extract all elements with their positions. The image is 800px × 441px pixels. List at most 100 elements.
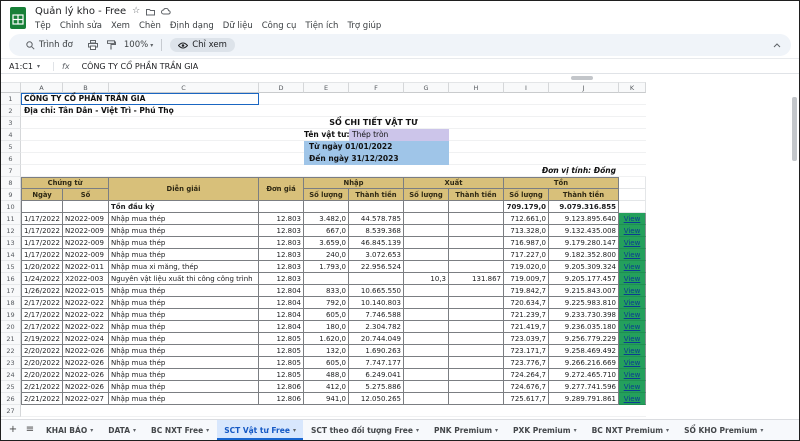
cell-date[interactable]: 2/17/2022: [21, 321, 63, 333]
cell-out-qty[interactable]: [404, 285, 449, 297]
company-name[interactable]: CÔNG TY CỔ PHẦN TRẦN GIA: [24, 93, 145, 105]
cell-unit-price[interactable]: 12.806: [259, 393, 304, 405]
tab-khai-bao[interactable]: KHAI BÁO ▾: [39, 420, 100, 440]
menus-search-button[interactable]: Trình đơ: [19, 39, 80, 51]
view-link[interactable]: View: [624, 347, 641, 355]
cell-description[interactable]: Nhập mua thép: [109, 345, 259, 357]
horizontal-scrollbar-thumb[interactable]: [571, 76, 593, 80]
cell-balance-amount[interactable]: 9.123.895.640: [549, 213, 619, 225]
cell-in-amount[interactable]: 6.249.041: [349, 369, 404, 381]
menu-extensions[interactable]: Tiện ích: [305, 21, 338, 31]
cell-doc-number[interactable]: N2022-009: [63, 213, 109, 225]
row-3-cells[interactable]: SỔ CHI TIẾT VẬT TƯ: [21, 117, 646, 129]
sheets-logo-icon[interactable]: [9, 6, 27, 30]
cell-balance-amount[interactable]: 9.258.469.492: [549, 345, 619, 357]
cell-date[interactable]: 1/17/2022: [21, 237, 63, 249]
cell-unit-price[interactable]: 12.805: [259, 369, 304, 381]
header-nhap-thanh-tien[interactable]: Thành tiền: [349, 189, 404, 201]
cell-out-amount[interactable]: [449, 225, 504, 237]
row-number[interactable]: 24: [1, 369, 21, 381]
opening-label[interactable]: Tồn đầu kỳ: [109, 201, 259, 213]
to-date-cell[interactable]: Đến ngày 31/12/2023: [304, 153, 449, 165]
header-ngay[interactable]: Ngày: [21, 189, 63, 201]
cell-in-qty[interactable]: 941,0: [304, 393, 349, 405]
opening-balance-amt[interactable]: 9.079.316.855: [549, 201, 619, 213]
cell-out-amount[interactable]: [449, 309, 504, 321]
view-link[interactable]: View: [624, 287, 641, 295]
row-number[interactable]: 17: [1, 285, 21, 297]
cell-doc-number[interactable]: N2022-026: [63, 381, 109, 393]
column-header-h[interactable]: H: [449, 82, 504, 93]
row-27-cells[interactable]: [21, 405, 646, 417]
row-number[interactable]: 15: [1, 261, 21, 273]
cell-description[interactable]: Nhập mua thép: [109, 213, 259, 225]
view-link[interactable]: View: [624, 383, 641, 391]
cell-date[interactable]: 2/20/2022: [21, 369, 63, 381]
cell-balance-amount[interactable]: 9.182.352.800: [549, 249, 619, 261]
cell-in-amount[interactable]: 10.140.803: [349, 297, 404, 309]
cell-date[interactable]: 2/17/2022: [21, 297, 63, 309]
cell-in-amount[interactable]: 8.539.368: [349, 225, 404, 237]
cell-description[interactable]: Nhập mua thép: [109, 393, 259, 405]
cell-date[interactable]: 1/17/2022: [21, 225, 63, 237]
cell-doc-number[interactable]: N2022-026: [63, 345, 109, 357]
cell-balance-qty[interactable]: 724.264,7: [504, 369, 549, 381]
cell-balance-qty[interactable]: 719.009,7: [504, 273, 549, 285]
cell-balance-amount[interactable]: 9.256.779.229: [549, 333, 619, 345]
menu-format[interactable]: Định dạng: [170, 21, 214, 31]
cell-date[interactable]: 2/21/2022: [21, 381, 63, 393]
cell-unit-price[interactable]: 12.805: [259, 345, 304, 357]
material-value-cell[interactable]: Thép tròn: [349, 129, 449, 141]
view-link[interactable]: View: [624, 251, 641, 259]
column-header-a[interactable]: A: [21, 82, 63, 93]
column-header-i[interactable]: I: [504, 82, 549, 93]
column-header-d[interactable]: D: [259, 82, 304, 93]
cell-date[interactable]: 1/24/2022: [21, 273, 63, 285]
header-don-gia[interactable]: Đơn giá: [259, 177, 304, 201]
move-folder-icon[interactable]: [146, 8, 156, 16]
cell-doc-number[interactable]: N2022-026: [63, 357, 109, 369]
select-all-corner[interactable]: [1, 82, 21, 93]
cell-description[interactable]: Nhập mua thép: [109, 225, 259, 237]
tab-bc-nxt-premium[interactable]: BC NXT Premium ▾: [585, 420, 676, 440]
header-ton-thanh-tien[interactable]: Thành tiền: [549, 189, 619, 201]
column-header-g[interactable]: G: [404, 82, 449, 93]
view-link[interactable]: View: [624, 227, 641, 235]
cell-description[interactable]: Nhập mua thép: [109, 369, 259, 381]
cell-out-amount[interactable]: [449, 285, 504, 297]
cell-balance-amount[interactable]: 9.236.035.180: [549, 321, 619, 333]
column-header-b[interactable]: B: [63, 82, 109, 93]
cell-in-qty[interactable]: [304, 273, 349, 285]
cell-out-qty[interactable]: [404, 213, 449, 225]
cell-unit-price[interactable]: 12.806: [259, 381, 304, 393]
cell-out-qty[interactable]: [404, 261, 449, 273]
cell-unit-price[interactable]: 12.803: [259, 237, 304, 249]
opening-balance-qty[interactable]: 709.179,0: [504, 201, 549, 213]
cell-unit-price[interactable]: 12.804: [259, 321, 304, 333]
row-number[interactable]: 8: [1, 177, 21, 189]
view-link[interactable]: View: [624, 275, 641, 283]
row-number[interactable]: 9: [1, 189, 21, 201]
cell-balance-amount[interactable]: 9.215.843.007: [549, 285, 619, 297]
cell-in-amount[interactable]: 12.050.265: [349, 393, 404, 405]
cell-out-qty[interactable]: [404, 333, 449, 345]
row-number[interactable]: 18: [1, 297, 21, 309]
cell-balance-qty[interactable]: 720.634,7: [504, 297, 549, 309]
column-header-c[interactable]: C: [109, 82, 259, 93]
cell-out-qty[interactable]: [404, 345, 449, 357]
from-date-cell[interactable]: Từ ngày 01/01/2022: [304, 141, 449, 153]
cell-out-qty[interactable]: [404, 237, 449, 249]
cell-description[interactable]: Nhập mua xi măng, thép: [109, 261, 259, 273]
cell-in-amt[interactable]: [349, 201, 404, 213]
row-number[interactable]: 21: [1, 333, 21, 345]
cell-doc-number[interactable]: N2022-009: [63, 225, 109, 237]
menu-insert[interactable]: Chèn: [139, 21, 161, 31]
cell-doc-number[interactable]: N2022-022: [63, 297, 109, 309]
cell-out-amount[interactable]: 131.867: [449, 273, 504, 285]
cell-in-amount[interactable]: [349, 273, 404, 285]
header-chung-tu[interactable]: Chứng từ: [21, 177, 109, 189]
row-number[interactable]: 6: [1, 153, 21, 165]
view-link[interactable]: View: [624, 371, 641, 379]
cell-date[interactable]: 2/20/2022: [21, 357, 63, 369]
cell-balance-qty[interactable]: 723.776,7: [504, 357, 549, 369]
